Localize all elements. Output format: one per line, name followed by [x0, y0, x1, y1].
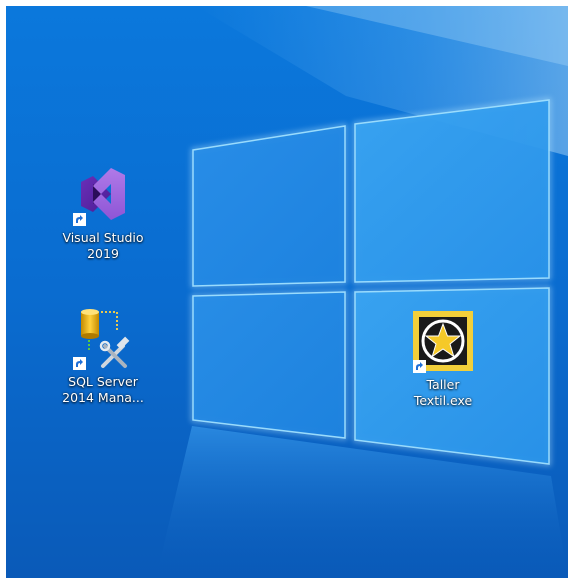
- taller-textil-star-icon: [411, 309, 475, 373]
- desktop-icon-sql-server[interactable]: SQL Server 2014 Mana...: [43, 306, 163, 406]
- windows-wallpaper: [6, 6, 568, 578]
- shortcut-arrow-icon: [413, 360, 426, 373]
- desktop-icon-label: SQL Server 2014 Mana...: [62, 374, 144, 405]
- desktop-icon-label: Taller Textil.exe: [413, 377, 473, 408]
- desktop-icon-visual-studio[interactable]: Visual Studio 2019: [43, 162, 163, 262]
- sql-server-management-icon: [71, 306, 135, 370]
- shortcut-arrow-icon: [73, 213, 86, 226]
- shortcut-arrow-icon: [73, 357, 86, 370]
- desktop-icon-taller-textil[interactable]: Taller Textil.exe: [383, 309, 503, 409]
- desktop[interactable]: Visual Studio 2019 SQL Server 2014 Mana.…: [6, 6, 568, 578]
- screenshot-frame: Visual Studio 2019 SQL Server 2014 Mana.…: [0, 0, 572, 581]
- desktop-icon-label: Visual Studio 2019: [62, 230, 144, 261]
- visual-studio-icon: [71, 162, 135, 226]
